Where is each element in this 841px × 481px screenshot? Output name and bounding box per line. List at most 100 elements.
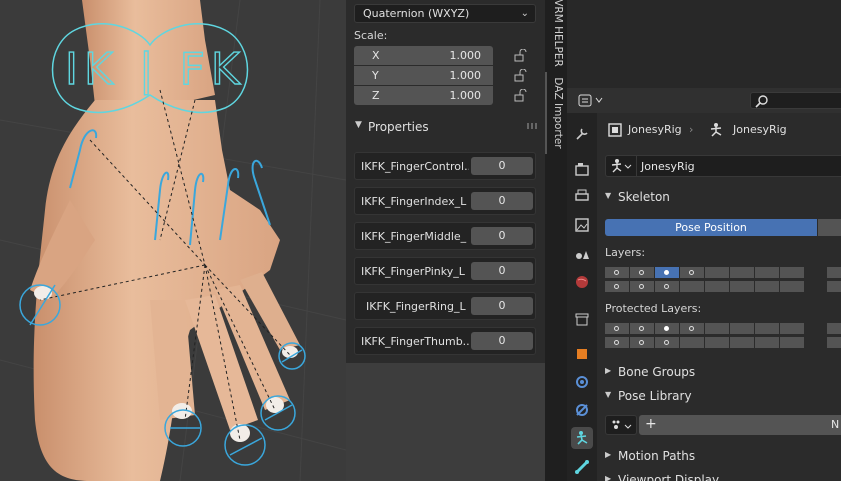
layer-cell[interactable] (755, 281, 780, 293)
layer-cell[interactable] (630, 281, 655, 293)
outliner-area[interactable] (567, 0, 841, 88)
layer-cell[interactable] (655, 337, 680, 349)
section-bone-groups[interactable]: ▶ Bone Groups (597, 361, 841, 383)
pose-position-button[interactable]: Pose Position (605, 219, 817, 236)
search-icon (755, 95, 768, 108)
layer-cell[interactable] (705, 281, 730, 293)
lock-x-icon[interactable] (513, 49, 527, 63)
layer-cell[interactable] (755, 323, 780, 335)
tab-world[interactable] (571, 271, 593, 293)
viewport-lower-area[interactable] (346, 363, 545, 481)
property-value-field[interactable]: 0 (471, 227, 533, 245)
properties-panel-header[interactable]: ▼ Properties (346, 116, 545, 138)
layer-cell[interactable] (705, 323, 730, 335)
tab-daz-importer[interactable]: DAZ Importer (545, 72, 567, 154)
drag-grip-icon[interactable] (527, 123, 539, 129)
editor-type-icon[interactable] (576, 92, 606, 109)
layer-cell[interactable] (655, 323, 680, 335)
property-row: IKFK_FingerPinky_L 0 (354, 257, 536, 285)
layer-cell[interactable] (680, 281, 705, 293)
printer-icon (575, 189, 589, 201)
layer-dot-icon (689, 326, 694, 331)
layer-cell[interactable] (705, 267, 730, 279)
tab-constraints[interactable] (571, 399, 593, 421)
layer-cell[interactable] (730, 267, 755, 279)
tab-object[interactable] (571, 343, 593, 365)
layer-cell[interactable] (780, 337, 805, 349)
layer-cell[interactable] (605, 337, 630, 349)
3d-viewport[interactable]: IK | FK (0, 0, 346, 481)
layer-cell[interactable] (730, 337, 755, 349)
tab-view-layer[interactable] (571, 214, 593, 236)
property-row: IKFK_FingerIndex_L 0 (354, 187, 536, 215)
layer-cell[interactable] (605, 323, 630, 335)
collapse-triangle-icon: ▼ (355, 120, 362, 130)
breadcrumb-separator: › (689, 123, 694, 136)
new-pose-library-button[interactable]: + N (639, 415, 841, 435)
layer-cell[interactable] (680, 337, 705, 349)
plus-icon: + (645, 416, 657, 432)
layer-cell[interactable] (605, 281, 630, 293)
section-motion-paths[interactable]: ▶ Motion Paths (597, 445, 841, 467)
layer-cell[interactable] (705, 337, 730, 349)
layer-dot-icon (639, 270, 644, 275)
property-value-field[interactable]: 0 (471, 297, 533, 315)
properties-search-input[interactable] (750, 92, 841, 109)
layer-dot-icon (664, 326, 669, 331)
layer-cell[interactable] (780, 267, 805, 279)
rest-position-button[interactable] (818, 219, 841, 236)
property-value-field[interactable]: 0 (471, 157, 533, 175)
tab-output[interactable] (571, 185, 593, 207)
layer-cell[interactable] (655, 267, 680, 279)
layer-cell[interactable] (730, 323, 755, 335)
expand-triangle-icon: ▶ (605, 474, 612, 481)
armature-icon (710, 123, 722, 137)
layer-cell[interactable] (827, 267, 841, 279)
layer-dot-icon (639, 326, 644, 331)
section-skeleton[interactable]: ▼ Skeleton (597, 186, 841, 208)
layer-cell[interactable] (827, 323, 841, 335)
tab-modifiers[interactable] (571, 371, 593, 393)
scale-y-field[interactable]: Y 1.000 (354, 66, 493, 85)
layer-cell[interactable] (755, 337, 780, 349)
layer-cell[interactable] (655, 281, 680, 293)
layer-cell[interactable] (680, 267, 705, 279)
lock-y-icon[interactable] (513, 69, 527, 83)
section-viewport-display[interactable]: ▶ Viewport Display (597, 469, 841, 481)
layer-dot-icon (639, 284, 644, 289)
armature-browse-button[interactable] (606, 156, 637, 176)
tab-render[interactable] (571, 158, 593, 180)
property-value-field[interactable]: 0 (471, 332, 533, 350)
section-pose-library[interactable]: ▼ Pose Library (597, 385, 841, 407)
layer-cell[interactable] (755, 267, 780, 279)
layer-cell[interactable] (827, 281, 841, 293)
layer-dot-icon (639, 340, 644, 345)
property-row: IKFK_FingerThumb... 0 (354, 327, 536, 355)
layer-cell[interactable] (630, 337, 655, 349)
expand-triangle-icon: ▶ (605, 366, 612, 375)
scale-x-field[interactable]: X 1.000 (354, 46, 493, 65)
layer-cell[interactable] (630, 323, 655, 335)
layer-cell[interactable] (780, 323, 805, 335)
tab-tool[interactable] (571, 123, 593, 145)
property-value-field[interactable]: 0 (471, 192, 533, 210)
layer-cell[interactable] (730, 281, 755, 293)
rotation-mode-select[interactable]: Quaternion (WXYZ) ⌄ (354, 4, 536, 23)
layer-dot-icon (664, 340, 669, 345)
tab-scene[interactable] (571, 243, 593, 265)
lock-z-icon[interactable] (513, 89, 527, 103)
layer-cell[interactable] (680, 323, 705, 335)
tab-vrm-helper[interactable]: VRM HELPER (545, 0, 567, 67)
pose-library-browse-button[interactable] (605, 415, 637, 435)
scale-z-field[interactable]: Z 1.000 (354, 86, 493, 105)
layer-cell[interactable] (630, 267, 655, 279)
tab-collection[interactable] (571, 308, 593, 330)
layer-cell[interactable] (827, 337, 841, 349)
armature-datablock-field[interactable]: JonesyRig (605, 155, 841, 177)
layer-cell[interactable] (605, 267, 630, 279)
tab-bone[interactable] (571, 456, 593, 478)
tab-armature-data[interactable] (571, 427, 593, 449)
rotation-mode-value: Quaternion (WXYZ) (363, 7, 470, 20)
layer-cell[interactable] (780, 281, 805, 293)
property-value-field[interactable]: 0 (471, 262, 533, 280)
